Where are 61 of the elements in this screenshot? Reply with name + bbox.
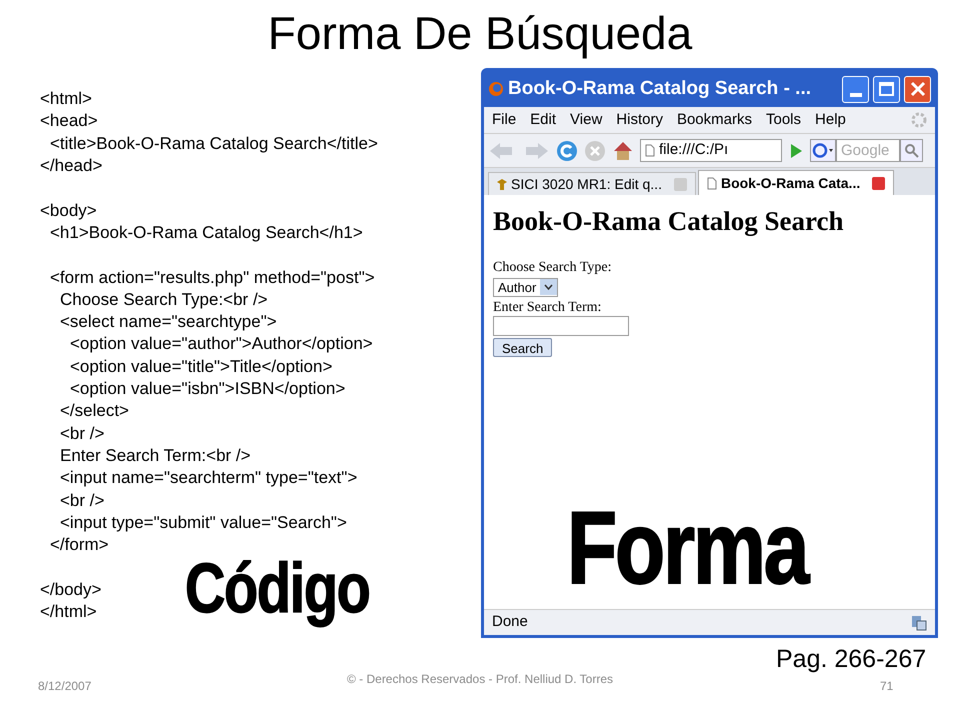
- search-type-select[interactable]: Author: [493, 278, 558, 297]
- field-label: Choose Search Type:: [493, 260, 613, 276]
- menu-item[interactable]: File: [492, 108, 516, 132]
- code-line: </body>: [40, 578, 102, 601]
- code-line: </head>: [40, 154, 102, 177]
- code-line: Choose Search Type:<br />: [59, 288, 268, 311]
- code-line: <html>: [40, 88, 92, 110]
- search-button[interactable]: Search: [493, 338, 552, 356]
- minimize-button[interactable]: [842, 76, 869, 102]
- address-field[interactable]: file:///C:/Pı: [640, 139, 782, 162]
- menu-item[interactable]: History: [616, 108, 663, 132]
- code-line: <title>Book-O-Rama Catalog Search</title>: [49, 132, 378, 155]
- code-line: <input name="searchterm" type="text">: [59, 467, 358, 490]
- menu-item[interactable]: Edit: [530, 108, 556, 132]
- go-icon[interactable]: [788, 142, 804, 160]
- code-line: </html>: [40, 601, 97, 624]
- slide-title: Forma De Búsqueda: [268, 10, 692, 56]
- code-line: <form action="results.php" method="post">: [49, 266, 375, 289]
- search-field[interactable]: Google: [836, 139, 900, 162]
- code-line: <br />: [59, 490, 104, 512]
- reload-icon[interactable]: [556, 140, 578, 162]
- status-text: Done: [492, 612, 528, 632]
- close-tab-icon[interactable]: [872, 176, 886, 190]
- code-line: <option value="author">Author</option>: [69, 333, 373, 356]
- browser-tab[interactable]: Book-O-Rama Cata...: [698, 170, 894, 195]
- search-icon[interactable]: [900, 139, 923, 162]
- page-icon: [645, 144, 655, 157]
- page-heading: Book-O-Rama Catalog Search: [493, 205, 844, 238]
- code-line: <body>: [40, 200, 97, 222]
- code-line: <h1>Book-O-Rama Catalog Search</h1>: [49, 222, 363, 244]
- code-line: <input type="submit" value="Search">: [59, 512, 347, 534]
- caption-text: Forma: [567, 498, 808, 600]
- menu-item[interactable]: Bookmarks: [676, 108, 752, 132]
- menu-item[interactable]: View: [570, 108, 602, 132]
- browser-tab[interactable]: SICI 3020 MR1: Edit q...: [488, 172, 696, 195]
- close-button[interactable]: [904, 76, 931, 102]
- search-engine-icon[interactable]: [810, 139, 836, 162]
- code-line: <head>: [40, 110, 98, 132]
- code-line: <select name="searchtype">: [59, 311, 277, 334]
- page-icon: [706, 176, 717, 190]
- status-icon: [911, 614, 927, 630]
- slide-number: 71: [880, 678, 894, 695]
- menu-item[interactable]: Tools: [766, 108, 802, 132]
- code-line: Enter Search Term:<br />: [59, 444, 251, 467]
- maximize-button[interactable]: [873, 76, 900, 102]
- close-icon: [910, 81, 926, 97]
- menu-item[interactable]: Help: [815, 108, 846, 132]
- code-line: <br />: [59, 422, 104, 445]
- field-label: Enter Search Term:: [493, 300, 602, 316]
- spinner-icon: [911, 112, 927, 128]
- code-line: <option value="title">Title</option>: [69, 356, 332, 378]
- search-term-field[interactable]: [493, 316, 629, 336]
- dropdown-icon: [540, 279, 558, 296]
- code-line: </form>: [49, 534, 109, 556]
- footer-text: © - Derechos Reservados - Prof. Nelliud D. Torres: [346, 671, 614, 688]
- code-line: <option value="isbn">ISBN</option>: [69, 378, 346, 400]
- footer-date: 8/12/2007: [38, 678, 92, 695]
- code-line: </select>: [59, 400, 129, 422]
- page-reference: Pag. 266-267: [776, 644, 926, 675]
- home-icon[interactable]: [612, 140, 634, 162]
- window-title: Book-O-Rama Catalog Search - ...: [508, 76, 812, 101]
